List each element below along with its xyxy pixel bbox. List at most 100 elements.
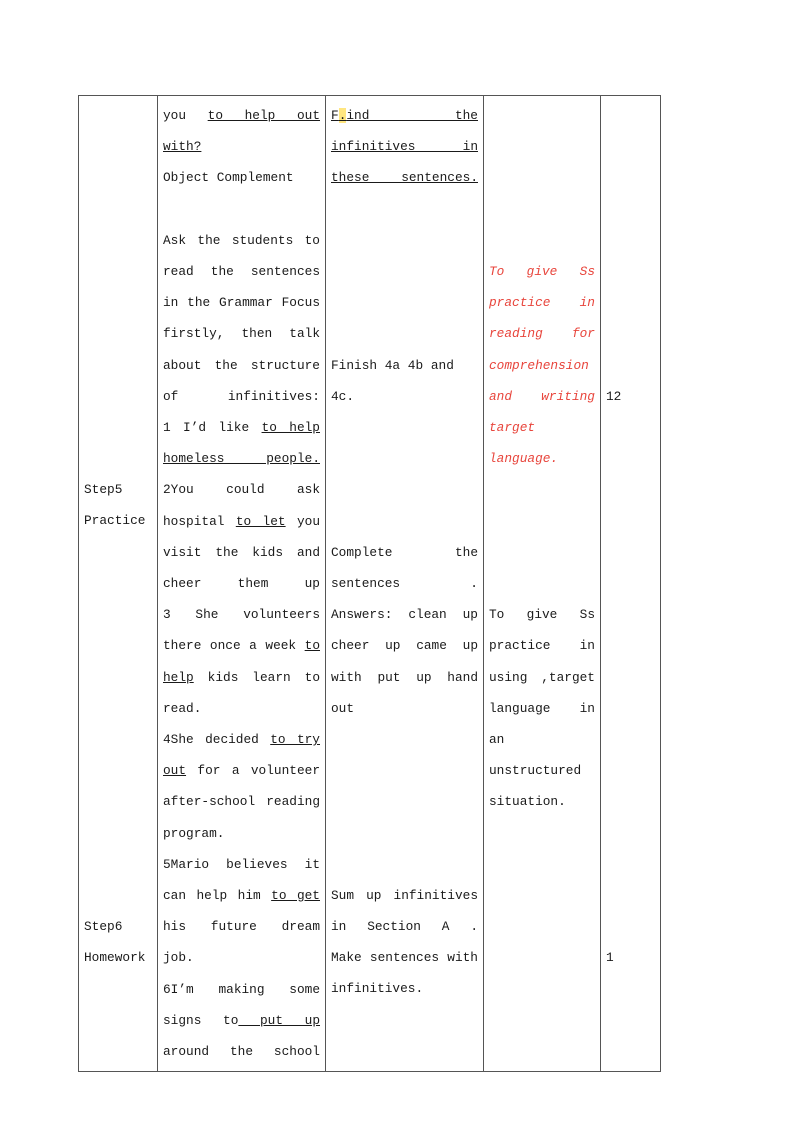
stage-spacer	[84, 256, 152, 287]
purpose-blank-line	[489, 100, 595, 131]
time-blank-line	[606, 474, 655, 505]
purpose-blank-line	[489, 194, 595, 225]
sentence-text: 4She decided	[163, 732, 271, 748]
stage-spacer	[84, 630, 152, 661]
stage-spacer	[84, 131, 152, 162]
stage-label-step6-sub: Homework	[84, 950, 146, 966]
activity-complete-sentences: Complete the sentences .	[331, 544, 478, 591]
stage-spacer	[84, 755, 152, 786]
procedure-sentence-1: 1 I’d like to help homeless people.	[163, 412, 320, 474]
activity-blank-line	[331, 443, 478, 474]
activity-blank-line	[331, 506, 478, 537]
stage-spacer	[84, 100, 152, 131]
time-blank-line	[606, 537, 655, 568]
activity-blank-line	[331, 724, 478, 755]
time-blank-line	[606, 661, 655, 692]
activity-find-infinitives: F.ind the infinitives in these sentences…	[331, 100, 478, 194]
purpose-column-cell: To give Ss practice in reading for compr…	[483, 94, 601, 1073]
lesson-plan-table: Step5 Practice Step6 Homework you to hel…	[78, 94, 661, 1073]
procedure-blank-line	[163, 194, 320, 225]
stage-column-cell: Step5 Practice Step6 Homework	[78, 94, 158, 1073]
time-value-bottom: 1	[606, 950, 614, 966]
time-blank-line	[606, 194, 655, 225]
activity-initial: F	[331, 108, 339, 123]
time-blank-line	[606, 350, 655, 381]
time-blank-line	[606, 599, 655, 630]
stage-spacer	[84, 724, 152, 755]
procedure-sentence-3: 3 She volunteers there once a week to he…	[163, 599, 320, 724]
time-blank-line	[606, 131, 655, 162]
procedure-line-2: Object Complement	[163, 170, 294, 186]
stage-spacer	[84, 162, 152, 193]
time-blank-line	[606, 630, 655, 661]
activity-blank-line	[331, 256, 478, 287]
sentence-underlined: to let	[235, 513, 286, 529]
activity-blank-line	[331, 194, 478, 225]
stage-spacer	[84, 661, 152, 692]
procedure-paragraph-grammar-focus: Ask the students to read the sentences i…	[163, 232, 320, 404]
activity-blank-line	[331, 786, 478, 817]
purpose-blank-line	[489, 506, 595, 537]
document-page: Step5 Practice Step6 Homework you to hel…	[0, 0, 800, 1132]
procedure-text: you	[163, 108, 208, 123]
time-blank-line	[606, 911, 655, 942]
time-blank-line	[606, 849, 655, 880]
time-blank-line	[606, 287, 655, 318]
activity-text: ind the infinitives in these sentences.	[331, 108, 478, 186]
time-value-top: 12	[606, 388, 622, 404]
stage-spacer	[84, 225, 152, 256]
stage-spacer	[84, 287, 152, 318]
activity-column-cell: F.ind the infinitives in these sentences…	[325, 94, 484, 1073]
procedure-sentence-5: 5Mario believes it can help him to get h…	[163, 849, 320, 974]
stage-spacer	[84, 318, 152, 349]
activity-blank-line	[331, 318, 478, 349]
sentence-underlined: to get	[271, 888, 320, 904]
stage-spacer	[84, 537, 152, 568]
purpose-blank-line	[489, 225, 595, 256]
activity-blank-line	[331, 755, 478, 786]
stage-spacer	[84, 412, 152, 443]
purpose-blank-line	[489, 568, 595, 599]
sentence-text: 1 I’d like	[163, 420, 262, 436]
sentence-underlined: put up	[238, 1012, 320, 1028]
time-blank-line	[606, 100, 655, 131]
stage-spacer	[84, 350, 152, 381]
stage-spacer	[84, 817, 152, 848]
sentence-text: for a volunteer after-school reading pro…	[163, 763, 320, 841]
activity-blank-line	[331, 225, 478, 256]
procedure-line-1: you to help out with?	[163, 100, 320, 162]
activity-blank-line	[331, 412, 478, 443]
purpose-blank-line	[489, 131, 595, 162]
procedure-sentence-4: 4She decided to try out for a volunteer …	[163, 724, 320, 849]
activity-answers: Answers: clean up cheer up came up with …	[331, 607, 478, 716]
time-blank-line	[606, 724, 655, 755]
stage-spacer	[84, 880, 152, 911]
activity-blank-line	[331, 287, 478, 318]
activity-finish-exercises: Finish 4a 4b and 4c.	[331, 357, 454, 404]
time-blank-line	[606, 256, 655, 287]
activity-make-sentences: Make sentences with infinitives.	[331, 950, 478, 997]
purpose-blank-line	[489, 474, 595, 505]
stage-spacer	[84, 381, 152, 412]
procedure-sentence-6: 6I’m making some signs to put up around …	[163, 974, 320, 1068]
purpose-blank-line	[489, 162, 595, 193]
stage-spacer	[84, 786, 152, 817]
stage-spacer	[84, 599, 152, 630]
purpose-blank-line	[489, 537, 595, 568]
stage-label-step6: Step6	[84, 918, 123, 934]
activity-blank-line	[331, 817, 478, 848]
stage-label-step5-sub: Practice	[84, 513, 146, 529]
time-blank-line	[606, 505, 655, 536]
procedure-sentence-2: 2You could ask hospital to let you visit…	[163, 474, 320, 599]
time-blank-line	[606, 880, 655, 911]
activity-blank-line	[331, 474, 478, 505]
activity-blank-line	[331, 849, 478, 880]
sentence-text: around the school	[163, 1044, 320, 1060]
time-blank-line	[606, 318, 655, 349]
activity-sum-up: Sum up infinitives in Section A .	[331, 887, 478, 935]
stage-spacer	[84, 849, 152, 880]
time-blank-line	[606, 755, 655, 786]
time-blank-line	[606, 568, 655, 599]
time-blank-line	[606, 225, 655, 256]
sentence-text: 3 She volunteers there once a week	[163, 607, 320, 654]
